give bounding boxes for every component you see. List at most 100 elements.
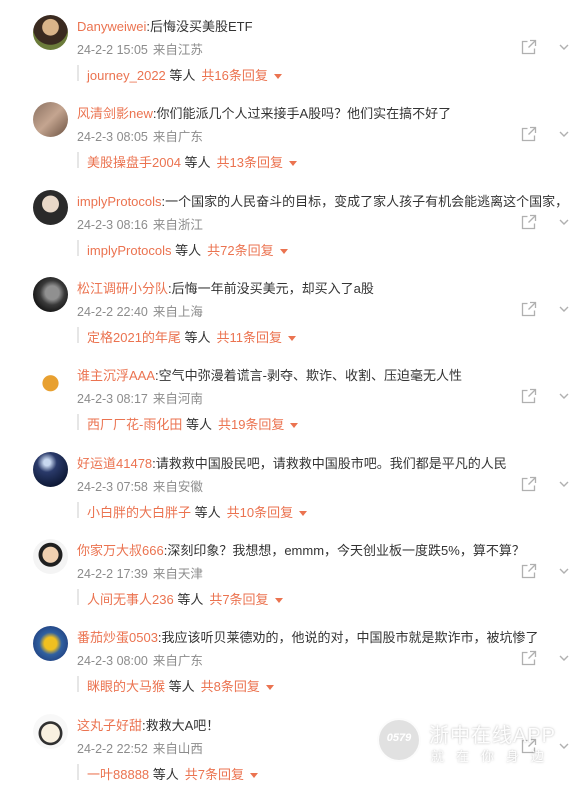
- replies-toggle[interactable]: 西厂厂花-雨化田 等人 共19条回复: [77, 413, 567, 433]
- more-icon[interactable]: [556, 650, 571, 666]
- avatar[interactable]: [33, 15, 68, 50]
- replies-toggle[interactable]: 定格2021的年尾 等人 共11条回复: [77, 326, 567, 346]
- comment-meta: 24-2-2 15:05 来自江苏: [77, 39, 203, 58]
- chevron-down-icon[interactable]: [250, 773, 259, 779]
- comment-text: :深刻印象？我想想，emmm，今天创业板一度跌5%，算不算？: [163, 543, 525, 558]
- avatar[interactable]: [33, 190, 68, 225]
- reply-username-link[interactable]: journey_2022: [87, 68, 166, 83]
- reply-username-link[interactable]: 定格2021的年尾: [87, 330, 181, 345]
- reply-bar: [77, 152, 79, 168]
- username-link[interactable]: 这丸子好甜: [77, 718, 142, 733]
- avatar[interactable]: [33, 364, 68, 399]
- reply-username-link[interactable]: 人间无事人236: [87, 592, 174, 607]
- chevron-down-icon[interactable]: [279, 249, 288, 255]
- share-icon[interactable]: [521, 476, 537, 492]
- chevron-down-icon[interactable]: [299, 511, 308, 517]
- more-icon[interactable]: [556, 563, 571, 579]
- app-logo-icon: 0579: [377, 718, 421, 762]
- chevron-down-icon[interactable]: [273, 74, 282, 80]
- avatar[interactable]: [33, 626, 68, 661]
- watermark: 0579 浙中在线APP 就在你身边: [371, 714, 571, 780]
- username-link[interactable]: Danyweiwei: [77, 19, 146, 34]
- comment-text: :你们能派几个人过来接手A股吗？他们实在搞不好了: [152, 106, 452, 121]
- comment-location: 来自河南: [152, 392, 203, 406]
- comment-text: :后悔没买美股ETF: [146, 19, 253, 34]
- reply-count-link[interactable]: 共11条回复: [217, 330, 283, 345]
- more-icon[interactable]: [556, 388, 571, 404]
- reply-username-link[interactable]: 西厂厂花-雨化田: [87, 417, 182, 432]
- more-icon[interactable]: [556, 39, 571, 55]
- reply-username-link[interactable]: implyProtocols: [87, 243, 172, 258]
- comment-location: 来自上海: [152, 305, 203, 319]
- more-icon[interactable]: [556, 476, 571, 492]
- avatar[interactable]: [33, 539, 68, 574]
- avatar[interactable]: [33, 102, 68, 137]
- comment-date: 24-2-3 08:05: [77, 130, 148, 144]
- more-icon[interactable]: [556, 214, 571, 230]
- replies-toggle[interactable]: 小白胖的大白胖子 等人 共10条回复: [77, 501, 567, 521]
- username-link[interactable]: 你家万大叔666: [77, 543, 164, 558]
- reply-bar: [77, 764, 79, 780]
- replies-toggle[interactable]: 眯眼的大马猴 等人 共8条回复: [77, 675, 567, 695]
- reply-count-link[interactable]: 共10条回复: [227, 505, 293, 520]
- replies-toggle[interactable]: 人间无事人236 等人 共7条回复: [77, 588, 567, 608]
- chevron-down-icon[interactable]: [274, 598, 283, 604]
- share-icon[interactable]: [521, 39, 537, 55]
- more-icon[interactable]: [556, 126, 571, 142]
- reply-username-link[interactable]: 眯眼的大马猴: [87, 679, 165, 694]
- share-icon[interactable]: [521, 301, 537, 317]
- reply-count-link[interactable]: 共13条回复: [217, 155, 283, 170]
- share-icon[interactable]: [521, 126, 537, 142]
- reply-count-link[interactable]: 共8条回复: [201, 679, 260, 694]
- avatar[interactable]: [33, 714, 68, 749]
- comment-meta: 24-2-3 08:16 来自浙江: [77, 214, 203, 233]
- username-link[interactable]: implyProtocols: [77, 194, 162, 209]
- reply-username-link[interactable]: 美股操盘手2004: [87, 155, 181, 170]
- comment-content: 谁主沉浮AAA:空气中弥漫着谎言-剥夺、欺诈、收割、压迫毫无人性: [77, 365, 571, 384]
- username-link[interactable]: 谁主沉浮AAA: [77, 368, 155, 383]
- comment-date: 24-2-2 17:39: [77, 567, 148, 581]
- comment-date: 24-2-3 07:58: [77, 480, 148, 494]
- chevron-down-icon[interactable]: [288, 336, 297, 342]
- username-link[interactable]: 风清剑影new: [77, 106, 153, 121]
- chevron-down-icon[interactable]: [265, 685, 274, 691]
- replies-toggle[interactable]: journey_2022 等人 共16条回复: [77, 64, 567, 84]
- reply-bar: [77, 589, 79, 605]
- share-icon[interactable]: [521, 650, 537, 666]
- chevron-down-icon[interactable]: [289, 161, 298, 167]
- share-icon[interactable]: [521, 388, 537, 404]
- comment-meta: 24-2-3 08:00 来自广东: [77, 650, 203, 669]
- comment-date: 24-2-2 22:40: [77, 305, 148, 319]
- reply-count-link[interactable]: 共19条回复: [218, 417, 284, 432]
- reply-label: 等人: [180, 330, 211, 345]
- comment-item: implyProtocols:一个国家的人民奋斗的目标，变成了家人孩子有机会能逃…: [0, 175, 571, 262]
- comment-content: implyProtocols:一个国家的人民奋斗的目标，变成了家人孩子有机会能逃…: [77, 191, 571, 210]
- avatar[interactable]: [33, 452, 68, 487]
- comment-location: 来自江苏: [152, 43, 203, 57]
- reply-bar: [77, 414, 79, 430]
- share-icon[interactable]: [521, 563, 537, 579]
- replies-toggle[interactable]: implyProtocols 等人 共72条回复: [77, 239, 567, 259]
- comment-text: :我应该听贝莱德劝的，他说的对，中国股市就是欺诈市，被坑惨了: [157, 630, 539, 645]
- comment-text: :空气中弥漫着谎言-剥夺、欺诈、收割、压迫毫无人性: [155, 368, 462, 383]
- comment-content: 你家万大叔666:深刻印象？我想想，emmm，今天创业板一度跌5%，算不算？: [77, 540, 571, 559]
- username-link[interactable]: 好运道41478: [77, 456, 152, 471]
- reply-count-link[interactable]: 共72条回复: [207, 243, 273, 258]
- avatar[interactable]: [33, 277, 68, 312]
- reply-username-link[interactable]: 小白胖的大白胖子: [87, 505, 191, 520]
- reply-label: 等人: [165, 68, 196, 83]
- chevron-down-icon[interactable]: [290, 423, 299, 429]
- reply-count-link[interactable]: 共7条回复: [209, 592, 268, 607]
- comment-text: :后悔一年前没买美元，却买入了a股: [168, 281, 374, 296]
- more-icon[interactable]: [556, 301, 571, 317]
- comment-content: 松江调研小分队:后悔一年前没买美元，却买入了a股: [77, 278, 571, 297]
- replies-toggle[interactable]: 美股操盘手2004 等人 共13条回复: [77, 151, 567, 171]
- share-icon[interactable]: [521, 214, 537, 230]
- comment-content: 风清剑影new:你们能派几个人过来接手A股吗？他们实在搞不好了: [77, 103, 571, 122]
- comment-item: 风清剑影new:你们能派几个人过来接手A股吗？他们实在搞不好了 24-2-3 08…: [0, 87, 571, 174]
- reply-bar: [77, 502, 79, 518]
- username-link[interactable]: 番茄炒蛋0503: [77, 630, 158, 645]
- username-link[interactable]: 松江调研小分队: [77, 281, 168, 296]
- reply-label: 等人: [191, 505, 221, 520]
- reply-count-link[interactable]: 共16条回复: [201, 68, 267, 83]
